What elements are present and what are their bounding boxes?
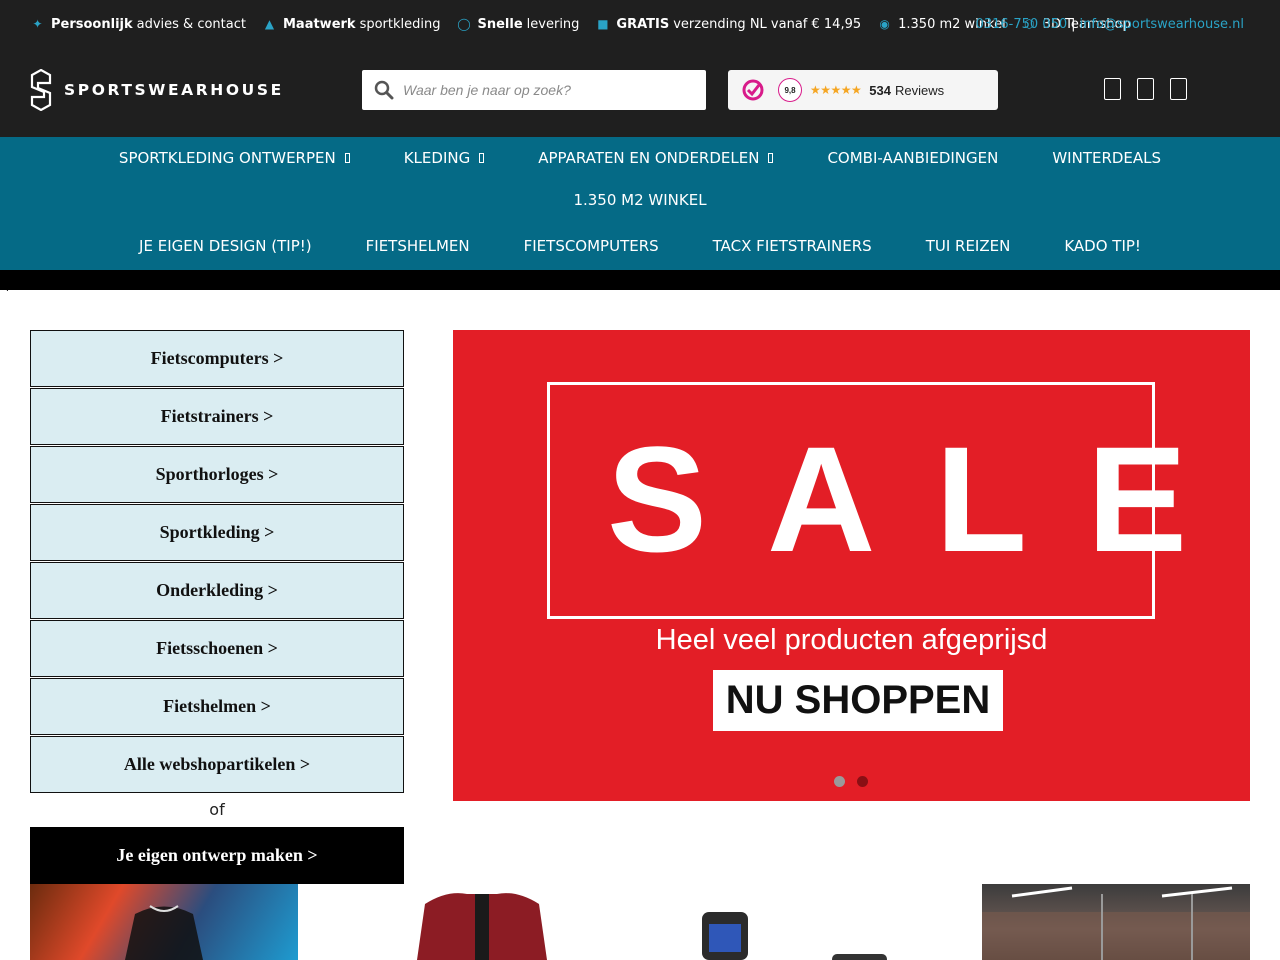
nav-row: SPORTKLEDING ONTWERPEN KLEDING APPARATEN… [0, 148, 1280, 168]
category-button-fietstrainers[interactable]: Fietstrainers > [30, 388, 404, 445]
red-jersey-image [417, 893, 547, 960]
usp-item: ◯ Snelle levering [457, 16, 580, 32]
nav-item-label: APPARATEN EN ONDERDELEN [538, 149, 760, 167]
nav-item-eigen-design[interactable]: JE EIGEN DESIGN (TIP!) [139, 236, 312, 256]
nav-row: 1.350 M2 WINKEL [0, 190, 1280, 210]
usp-item: ✦ Persoonlijk advies & contact [30, 17, 246, 32]
promo-tile-bike-computer[interactable] [700, 884, 920, 960]
slider-dots [834, 776, 880, 787]
category-list: Fietscomputers > Fietstrainers > Sportho… [30, 330, 404, 794]
hero-title: SALE [607, 415, 1248, 583]
phone-link[interactable]: 0316-750 050 [976, 17, 1068, 32]
account-icon[interactable] [1104, 78, 1121, 100]
nav-item-winkel[interactable]: 1.350 M2 WINKEL [573, 190, 706, 210]
usp-text: advies & contact [136, 16, 246, 32]
nav-item-label: WINTERDEALS [1052, 149, 1162, 167]
location-pin-icon: ◉ [879, 17, 890, 31]
nav-item-tacx-fietstrainers[interactable]: TACX FIETSTRAINERS [713, 236, 872, 256]
nav-item-kleding[interactable]: KLEDING [404, 148, 485, 168]
usp-item: ■ GRATIS verzending NL vanaf € 14,95 [595, 17, 861, 32]
nav-item-apparaten[interactable]: APPARATEN EN ONDERDELEN [538, 148, 774, 168]
category-button-onderkleding[interactable]: Onderkleding > [30, 562, 404, 619]
logo-mark-icon [30, 69, 52, 111]
slider-dot[interactable] [834, 776, 845, 787]
bike-computer-image [702, 912, 887, 960]
category-button-fietshelmen[interactable]: Fietshelmen > [30, 678, 404, 735]
cap-icon: ▲ [264, 17, 275, 31]
category-button-sporthorloges[interactable]: Sporthorloges > [30, 446, 404, 503]
kiyoh-logo-icon [742, 79, 764, 101]
usp-bold: Maatwerk [282, 16, 356, 32]
handshake-icon: ✦ [32, 17, 43, 31]
chevron-down-icon [768, 153, 774, 163]
category-button-alle-artikelen[interactable]: Alle webshopartikelen > [30, 736, 404, 793]
nav-item-fietscomputers[interactable]: FIETSCOMPUTERS [524, 236, 659, 256]
cart-icon[interactable] [1170, 78, 1187, 100]
divider-bar [0, 270, 1280, 290]
promo-tile-custom-jersey[interactable] [30, 884, 298, 960]
nav-item-sportkleding-ontwerpen[interactable]: SPORTKLEDING ONTWERPEN [119, 148, 350, 168]
design-own-button[interactable]: Je eigen ontwerp maken > [30, 827, 404, 884]
review-count: 534 [869, 82, 891, 98]
nav-item-combi-aanbiedingen[interactable]: COMBI-AANBIEDINGEN [827, 148, 998, 168]
nav-item-kado-tip[interactable]: KADO TIP! [1064, 236, 1141, 256]
usp-item: ▲ Maatwerk sportkleding [262, 17, 441, 32]
nav-row: JE EIGEN DESIGN (TIP!) FIETSHELMEN FIETS… [0, 236, 1280, 256]
truck-icon: ■ [597, 17, 609, 31]
usp-text: sportkleding [359, 16, 441, 32]
category-button-fietsschoenen[interactable]: Fietsschoenen > [30, 620, 404, 677]
chevron-down-icon [479, 153, 485, 163]
header-icons [1104, 78, 1203, 100]
search-input[interactable] [403, 72, 693, 108]
wishlist-icon[interactable] [1137, 78, 1154, 100]
site-logo[interactable]: SPORTSWEARHOUSE [30, 68, 284, 112]
hero-shop-button[interactable]: NU SHOPPEN [713, 670, 1003, 731]
contact-info: 0316-750 050 | info@sportswearhouse.nl [976, 14, 1244, 34]
nav-item-fietshelmen[interactable]: FIETSHELMEN [366, 236, 470, 256]
reviews-widget[interactable]: 9,8 ★★★★★ 534 Reviews [728, 70, 998, 110]
promo-tile-store[interactable] [982, 884, 1250, 960]
email-link[interactable]: info@sportswearhouse.nl [1080, 17, 1244, 32]
category-button-fietscomputers[interactable]: Fietscomputers > [30, 330, 404, 387]
hero-banner[interactable]: SALE Heel veel producten afgeprijsd NU S… [453, 330, 1250, 801]
logo-text: SPORTSWEARHOUSE [64, 81, 284, 99]
or-label: of [209, 800, 225, 819]
nav-item-winterdeals[interactable]: WINTERDEALS [1052, 148, 1161, 168]
usp-bold: GRATIS [616, 16, 670, 32]
usp-text: verzending NL vanaf € 14,95 [673, 16, 862, 32]
clock-icon: ◯ [457, 17, 471, 31]
slider-dot-active[interactable] [857, 776, 868, 787]
nav-item-tui-reizen[interactable]: TUI REIZEN [926, 236, 1011, 256]
nav-item-label: KLEDING [403, 149, 471, 167]
usp-text: levering [526, 16, 580, 32]
nav-item-label: SPORTKLEDING ONTWERPEN [118, 149, 336, 167]
jersey-image [125, 905, 203, 960]
nav-item-label: COMBI-AANBIEDINGEN [827, 149, 999, 167]
chevron-down-icon [344, 153, 350, 163]
search-icon[interactable] [374, 80, 394, 100]
category-button-sportkleding[interactable]: Sportkleding > [30, 504, 404, 561]
top-header: ✦ Persoonlijk advies & contact ▲ Maatwer… [0, 0, 1280, 137]
search-box[interactable] [362, 70, 706, 110]
hero-subtitle: Heel veel producten afgeprijsd [655, 624, 1048, 656]
main-navigation: SPORTKLEDING ONTWERPEN KLEDING APPARATEN… [0, 137, 1280, 270]
promo-tile-jersey[interactable] [417, 884, 547, 960]
review-label: Reviews [895, 82, 945, 98]
review-score: 9,8 [778, 78, 802, 102]
rating-stars: ★★★★★ [810, 83, 862, 97]
stray-dot: . [6, 283, 9, 294]
usp-bold: Snelle [477, 16, 523, 32]
store-image [982, 886, 1250, 960]
contact-separator: | [1071, 16, 1076, 32]
usp-bold: Persoonlijk [51, 16, 133, 32]
